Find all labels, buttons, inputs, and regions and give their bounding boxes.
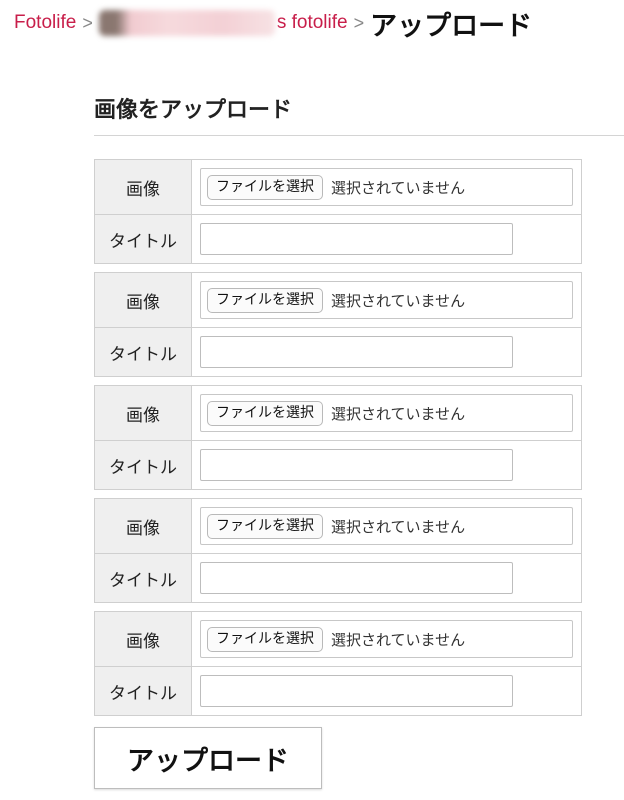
image-label: 画像 — [94, 498, 192, 554]
file-status-text: 選択されていません — [331, 517, 466, 536]
file-status-text: 選択されていません — [331, 404, 466, 423]
image-label: 画像 — [94, 159, 192, 215]
breadcrumb-separator: > — [82, 12, 93, 33]
breadcrumb-fotolife-link[interactable]: Fotolife — [14, 12, 76, 34]
upload-submit-button[interactable]: アップロード — [94, 727, 322, 789]
choose-file-button[interactable]: ファイルを選択 — [207, 626, 323, 652]
breadcrumb-separator: > — [353, 12, 365, 33]
blurred-username — [98, 10, 275, 36]
breadcrumb-user-fotolife-link[interactable]: s fotolife — [98, 10, 348, 36]
title-label: タイトル — [94, 553, 192, 603]
file-chooser: ファイルを選択 選択されていません — [200, 168, 573, 206]
file-chooser: ファイルを選択 選択されていません — [200, 620, 573, 658]
file-chooser: ファイルを選択 選択されていません — [200, 507, 573, 545]
file-status-text: 選択されていません — [331, 630, 466, 649]
upload-entry-table: 画像 ファイルを選択 選択されていません タイトル — [94, 159, 582, 264]
title-input[interactable] — [200, 223, 513, 255]
choose-file-button[interactable]: ファイルを選択 — [207, 400, 323, 426]
title-label: タイトル — [94, 327, 192, 377]
file-status-text: 選択されていません — [331, 291, 466, 310]
image-label: 画像 — [94, 611, 192, 667]
title-divider — [94, 135, 624, 136]
title-label: タイトル — [94, 440, 192, 490]
image-label: 画像 — [94, 385, 192, 441]
upload-entry-table: 画像 ファイルを選択 選択されていません タイトル — [94, 498, 582, 603]
image-label: 画像 — [94, 272, 192, 328]
file-status-text: 選択されていません — [331, 178, 466, 197]
title-input[interactable] — [200, 675, 513, 707]
breadcrumb: Fotolife > s fotolife > アップロード — [14, 4, 532, 42]
breadcrumb-current: アップロード — [370, 10, 533, 42]
file-chooser: ファイルを選択 選択されていません — [200, 394, 573, 432]
title-input[interactable] — [200, 562, 513, 594]
title-label: タイトル — [94, 214, 192, 264]
choose-file-button[interactable]: ファイルを選択 — [207, 287, 323, 313]
choose-file-button[interactable]: ファイルを選択 — [207, 174, 323, 200]
upload-entry-table: 画像 ファイルを選択 選択されていません タイトル — [94, 272, 582, 377]
section-title: 画像をアップロード — [94, 98, 293, 123]
choose-file-button[interactable]: ファイルを選択 — [207, 513, 323, 539]
title-input[interactable] — [200, 336, 513, 368]
breadcrumb-user-suffix: s fotolife — [276, 12, 348, 34]
title-input[interactable] — [200, 449, 513, 481]
upload-entry-table: 画像 ファイルを選択 選択されていません タイトル — [94, 611, 582, 716]
upload-entry-table: 画像 ファイルを選択 選択されていません タイトル — [94, 385, 582, 490]
file-chooser: ファイルを選択 選択されていません — [200, 281, 573, 319]
title-label: タイトル — [94, 666, 192, 716]
